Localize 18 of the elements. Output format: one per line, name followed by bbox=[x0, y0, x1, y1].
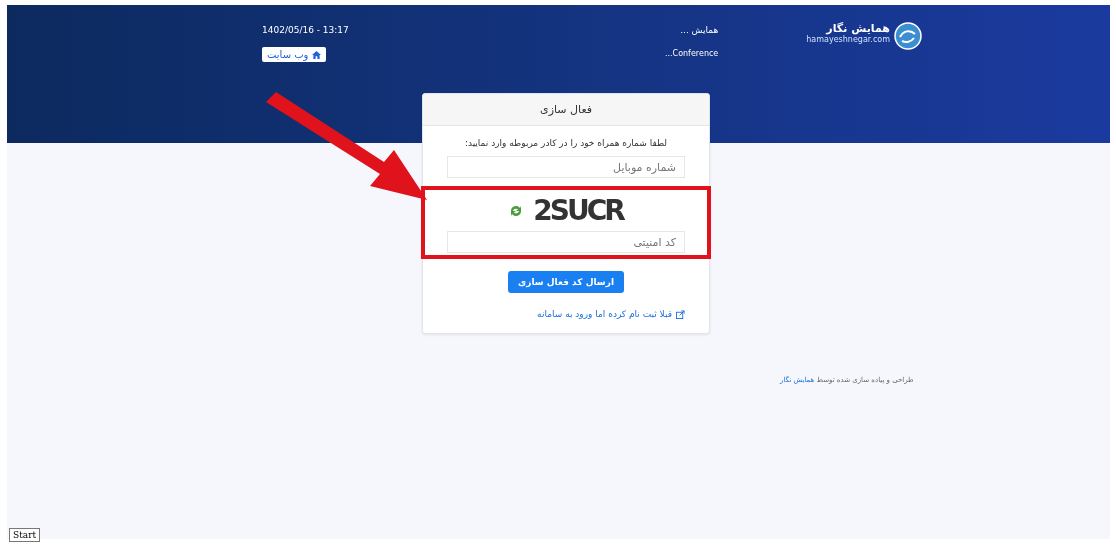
instruction-text: لطفا شماره همراه خود را در کادر مربوطه وارد نمایید: bbox=[464, 138, 668, 148]
website-button[interactable]: وب سایت bbox=[262, 47, 327, 62]
login-link[interactable]: قبلا ثبت نام کرده اما ورود به سامانه bbox=[537, 309, 685, 319]
mobile-field[interactable]: شماره موبایل bbox=[447, 156, 685, 178]
event-title: همایش ... bbox=[680, 25, 719, 35]
logo-name: همایش نگار bbox=[826, 22, 890, 35]
captcha-text: 2SUCR bbox=[533, 194, 623, 227]
refresh-icon[interactable] bbox=[509, 203, 524, 218]
send-code-button[interactable]: ارسال کد فعال سازی bbox=[508, 271, 624, 293]
card-title: فعال سازی bbox=[423, 94, 709, 126]
start-button[interactable]: Start bbox=[9, 528, 41, 542]
logo-url: hamayeshnegar.com bbox=[806, 35, 890, 44]
date-time: 1402/05/16 - 13:17 bbox=[262, 25, 349, 35]
logo-icon bbox=[894, 22, 922, 50]
home-icon bbox=[312, 50, 322, 59]
share-icon bbox=[676, 309, 685, 319]
security-code-field[interactable]: کد امنیتی bbox=[447, 231, 685, 253]
event-subtitle: ...Conference bbox=[664, 49, 719, 58]
